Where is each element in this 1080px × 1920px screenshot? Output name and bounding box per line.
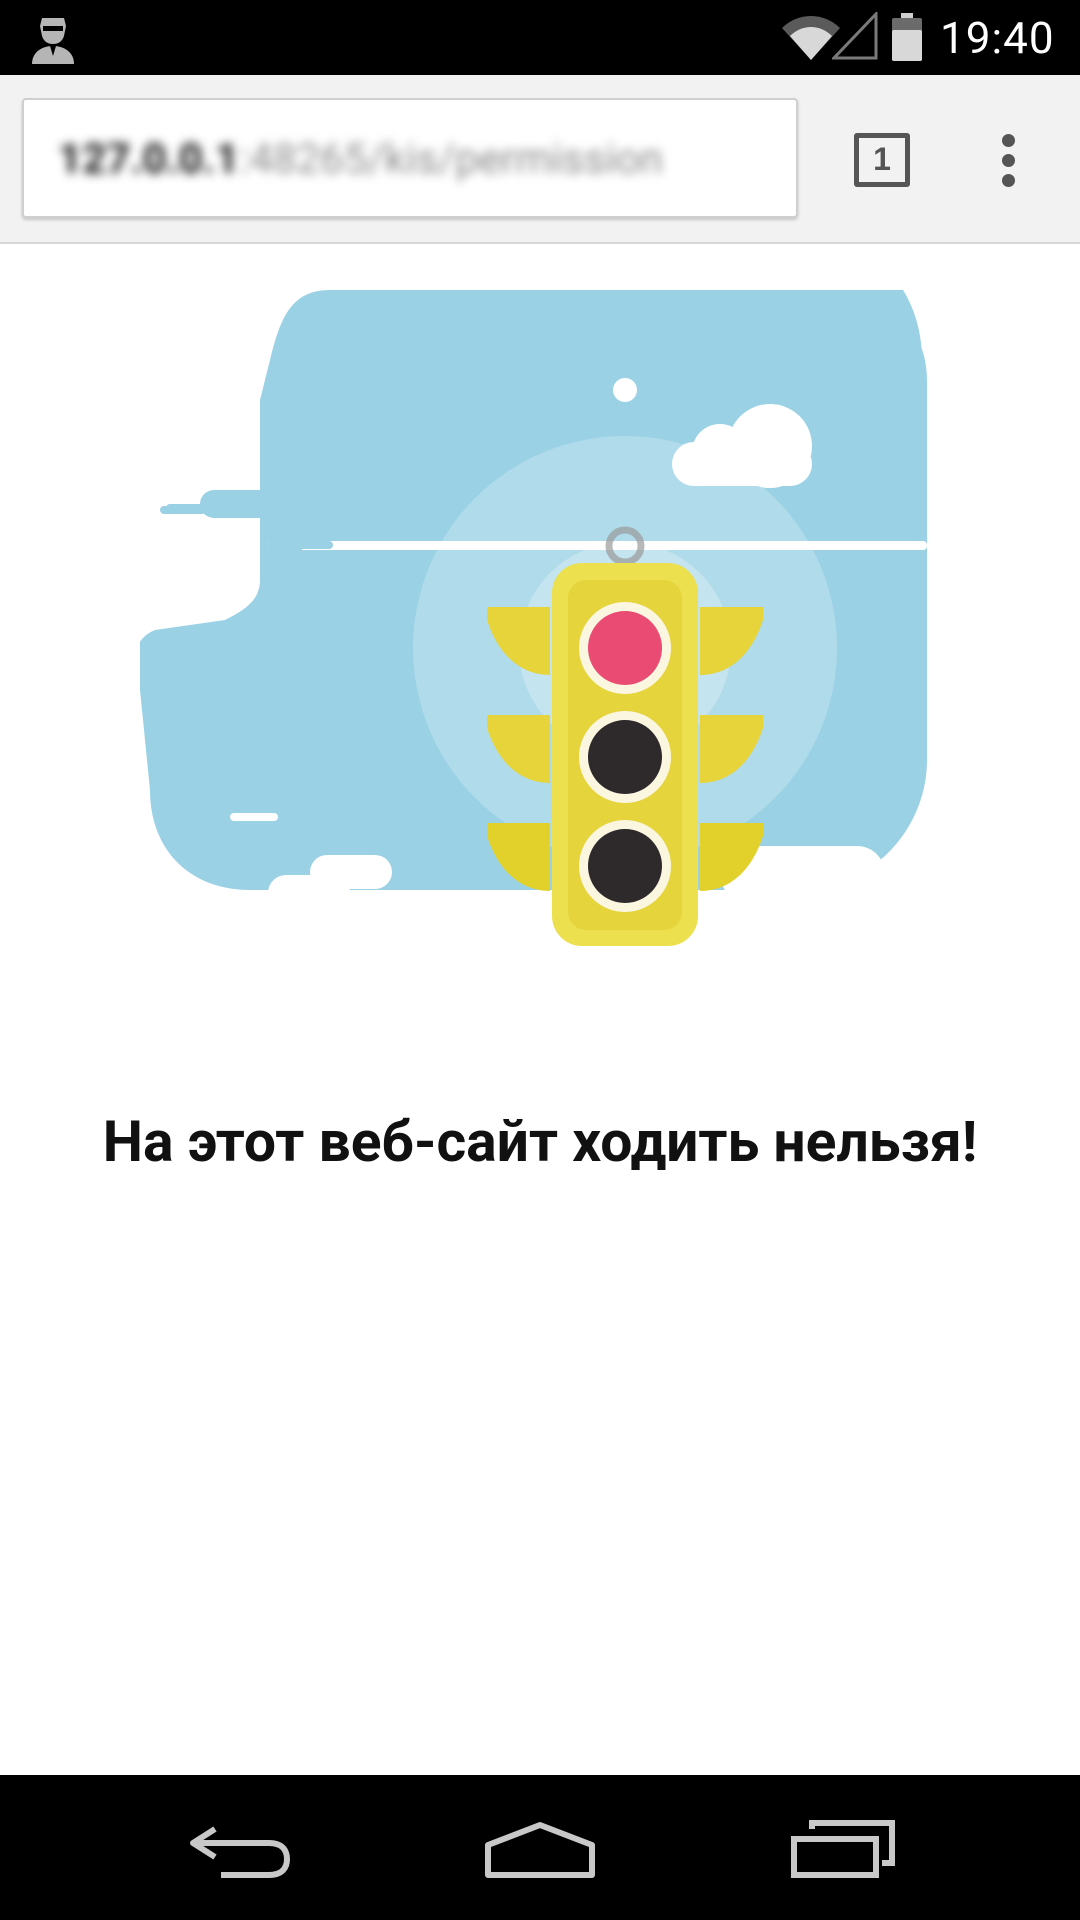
signal-icon bbox=[832, 12, 878, 60]
recents-icon[interactable] bbox=[790, 1819, 896, 1879]
tab-switcher-button[interactable]: 1 bbox=[854, 133, 910, 187]
page-headline: На этот веб-сайт ходить нельзя! bbox=[102, 1108, 978, 1175]
url-host: 127.0.0.1 bbox=[58, 135, 240, 184]
avatar-icon bbox=[32, 18, 74, 64]
url-bar[interactable]: 127.0.0.1:48265/kis/permission bbox=[22, 98, 798, 218]
screen: 19:40 127.0.0.1:48265/kis/permission 1 Н… bbox=[0, 0, 1080, 1920]
back-icon[interactable] bbox=[187, 1823, 292, 1879]
status-bar: 19:40 bbox=[0, 0, 1080, 75]
home-icon[interactable] bbox=[484, 1821, 596, 1879]
status-clock: 19:40 bbox=[940, 12, 1055, 64]
navigation-bar bbox=[0, 1775, 1080, 1920]
battery-icon bbox=[892, 13, 922, 61]
overflow-menu-icon[interactable] bbox=[995, 130, 1025, 190]
browser-toolbar: 127.0.0.1:48265/kis/permission bbox=[0, 75, 1080, 244]
traffic-light-illustration bbox=[140, 290, 927, 994]
url-path: :48265/kis/permission bbox=[239, 135, 664, 184]
url-text[interactable]: 127.0.0.1:48265/kis/permission bbox=[58, 132, 778, 188]
